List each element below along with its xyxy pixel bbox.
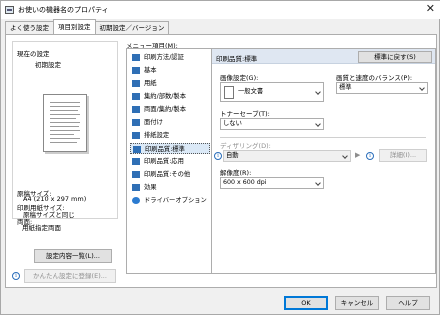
properties-window: お使いの機器名のプロパティ ✕ よく使う設定 項目別設定 初期設定／バージョン … <box>0 0 440 315</box>
menu-item-print-method[interactable]: 印刷方法/認証 <box>130 52 210 63</box>
cancel-button[interactable]: キャンセル <box>335 296 379 310</box>
document-type-label: 画像設定(G): <box>220 74 259 82</box>
quality-speed-label: 画質と速度のバランス(P): <box>336 74 413 82</box>
current-settings-label: 現在の設定 <box>17 50 50 58</box>
toner-saving-label: トナーセーブ(T): <box>220 110 270 118</box>
menu-item-driver-options[interactable]: ドライバーオプション <box>130 195 210 206</box>
tab-panel: 現在の設定 初期設定 原稿サイズ: A4 (210 x 297 mm) 印刷用紙… <box>5 34 437 288</box>
menu-item-quality-advanced[interactable]: 印刷品質:応用 <box>130 156 210 167</box>
divider <box>220 137 426 138</box>
menu-item-output[interactable]: 排紙設定 <box>130 130 210 141</box>
menu-item-effects[interactable]: 効果 <box>130 182 210 193</box>
current-settings-group: 現在の設定 初期設定 原稿サイズ: A4 (210 x 297 mm) 印刷用紙… <box>12 41 118 226</box>
title-bar: お使いの機器名のプロパティ ✕ <box>1 1 440 19</box>
summary-line: 用紙指定両面 <box>22 224 61 232</box>
arrow-right-icon: ▶ <box>355 151 361 159</box>
page-icon <box>132 67 140 74</box>
window-title: お使いの機器名のプロパティ <box>18 6 109 14</box>
register-favorite-button[interactable]: かんたん設定に登録(E)... <box>24 269 116 283</box>
menu-item-imposition[interactable]: 面付け <box>130 117 210 128</box>
dithering-label: ディザリング(D): <box>220 142 271 150</box>
imposition-icon <box>132 119 140 126</box>
menu-item-duplex[interactable]: 両面/集約/製本 <box>130 104 210 115</box>
info-icon: i <box>12 272 20 280</box>
printer-icon <box>5 6 14 14</box>
quality-icon <box>133 146 141 153</box>
resolution-label: 解像度(R): <box>220 169 252 177</box>
menu-item-quality-other[interactable]: 印刷品質:その他 <box>130 169 210 180</box>
dithering-detail-button[interactable]: 詳細(I)... <box>379 149 427 162</box>
document-icon <box>224 86 234 99</box>
menu-list[interactable]: 印刷方法/認証 基本 用紙 集約/部数/製本 両面/集約/製本 面付け 排紙設定… <box>126 48 212 274</box>
quality-icon <box>132 158 140 165</box>
lock-icon <box>132 54 140 61</box>
settings-list-button[interactable]: 設定内容一覧(L)... <box>34 249 112 263</box>
duplex-icon <box>132 106 140 113</box>
toner-saving-dropdown[interactable]: しない <box>220 118 324 130</box>
chevron-down-icon <box>315 180 321 186</box>
help-button[interactable]: ヘルプ <box>386 296 430 310</box>
tray-icon <box>132 132 140 139</box>
paper-icon <box>132 80 140 87</box>
info-icon: i <box>366 152 374 160</box>
chevron-down-icon <box>315 121 321 127</box>
effects-icon <box>132 184 140 191</box>
page-preview <box>43 94 87 152</box>
detail-header-title: 印刷品質:標準 <box>216 55 258 63</box>
dithering-dropdown[interactable]: 自動 <box>223 150 351 162</box>
info-icon: i <box>214 152 222 160</box>
layout-icon <box>132 93 140 100</box>
detail-panel: 印刷品質:標準 標準に戻す(S) 画像設定(G): 一般文書 画質と速度のバラン… <box>211 48 436 274</box>
tab-detailed-settings[interactable]: 項目別設定 <box>53 19 96 34</box>
document-type-dropdown[interactable]: 一般文書 <box>220 82 324 102</box>
chevron-down-icon <box>315 89 321 95</box>
menu-item-layout[interactable]: 集約/部数/製本 <box>130 91 210 102</box>
close-button[interactable]: ✕ <box>426 3 435 15</box>
ok-button[interactable]: OK <box>284 296 328 310</box>
resolution-dropdown[interactable]: 600 x 600 dpi <box>220 177 324 189</box>
menu-item-paper[interactable]: 用紙 <box>130 78 210 89</box>
preview-caption: 初期設定 <box>35 61 61 69</box>
menu-item-quality-standard[interactable]: 印刷品質:標準 <box>130 143 210 154</box>
tab-strip: よく使う設定 項目別設定 初期設定／バージョン <box>5 19 170 35</box>
tab-defaults-version[interactable]: 初期設定／バージョン <box>94 21 170 34</box>
quality-icon <box>132 171 140 178</box>
chevron-down-icon <box>342 153 348 159</box>
gear-icon <box>132 197 140 204</box>
chevron-down-icon <box>419 85 425 91</box>
quality-speed-dropdown[interactable]: 標準 <box>336 82 428 94</box>
tab-favorites[interactable]: よく使う設定 <box>5 21 54 34</box>
menu-item-basic[interactable]: 基本 <box>130 65 210 76</box>
restore-default-button[interactable]: 標準に戻す(S) <box>358 51 432 63</box>
